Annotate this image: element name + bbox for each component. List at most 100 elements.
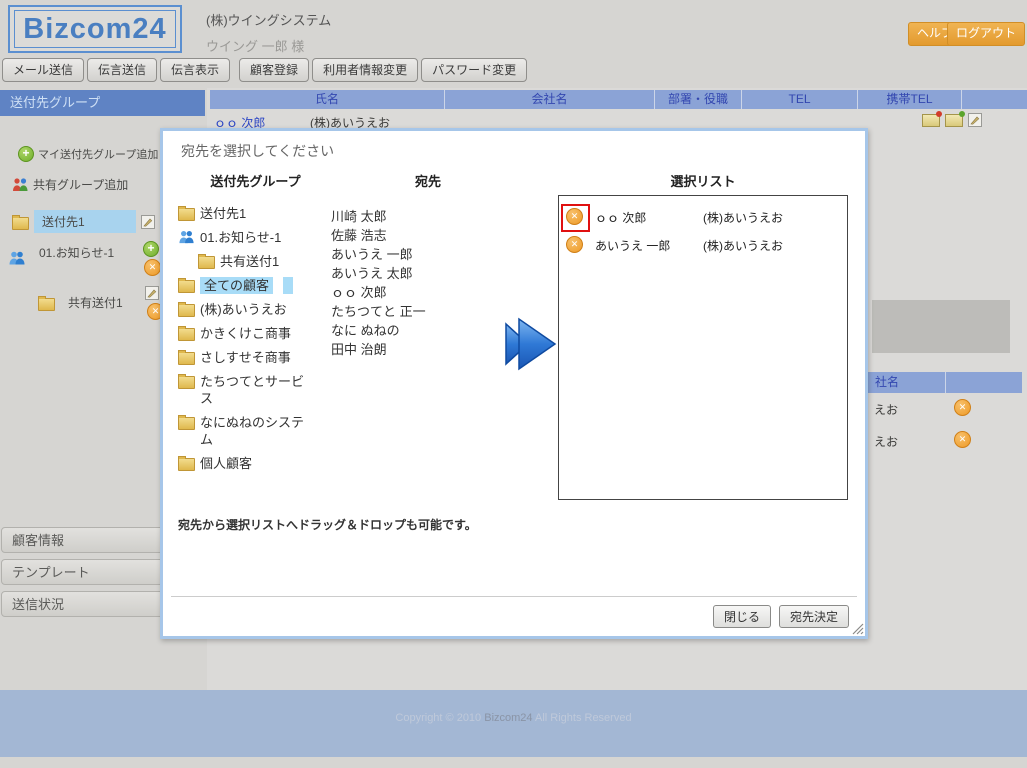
edit-icon[interactable] <box>141 215 155 229</box>
dialog-group-item[interactable]: かきくけこ商事 <box>178 325 318 342</box>
dialog-recipient-item[interactable]: あいうえ 太郎 <box>331 264 481 283</box>
group-icon <box>8 250 26 265</box>
group-icon <box>178 229 195 244</box>
dialog-group-item[interactable]: 01.お知らせ-1 <box>178 229 318 246</box>
group-label: たちつてとサービス <box>200 373 312 407</box>
column-header-actions <box>962 90 1027 109</box>
remove-icon[interactable] <box>144 259 161 276</box>
add-shared-group-label: 共有グループ追加 <box>33 176 128 193</box>
app-logo[interactable]: Bizcom24 <box>8 5 182 53</box>
folder-icon <box>178 328 195 341</box>
column-header-company: 会社名 <box>445 90 655 109</box>
dialog-recipient-item[interactable]: なに ぬねの <box>331 321 481 340</box>
remove-icon[interactable] <box>954 399 971 416</box>
add-my-group-label: マイ送付先グループ追加 <box>38 146 158 162</box>
selected-list-row: ｏｏ 次郎 (株)あいうえお <box>559 204 847 228</box>
company-name: (株)ウイングシステム <box>206 10 331 29</box>
add-shared-group-link[interactable]: 共有グループ追加 <box>12 176 128 193</box>
background-selected-row: えお <box>868 396 1027 424</box>
dialog-group-item-selected[interactable]: 全ての顧客 <box>178 277 318 294</box>
application-window: Bizcom24 (株)ウイングシステム ウイング 一郎 様 ヘルプ ログアウト… <box>0 0 1027 768</box>
row-action-icons <box>922 113 982 127</box>
edit-icon[interactable] <box>145 286 159 300</box>
sidebar-group-label: 送付先1 <box>34 210 136 233</box>
selected-company: (株)あいうえお <box>703 237 783 254</box>
dialog-group-item[interactable]: たちつてとサービス <box>178 373 318 407</box>
group-label: なにぬねのシステム <box>200 414 312 448</box>
selected-name: ｏｏ 次郎 <box>595 209 646 226</box>
dialog-recipient-item[interactable]: たちつてと 正一 <box>331 302 481 321</box>
remove-icon[interactable] <box>566 236 583 253</box>
dialog-recipient-item[interactable]: 佐藤 浩志 <box>331 226 481 245</box>
column-header-mobile: 携帯TEL <box>858 90 962 109</box>
close-button[interactable]: 閉じる <box>713 605 771 628</box>
group-label: 全ての顧客 <box>200 277 273 294</box>
select-recipients-dialog: 宛先を選択してください 送付先グループ 宛先 選択リスト 送付先1 01.お知ら… <box>160 128 868 639</box>
change-user-info-button[interactable]: 利用者情報変更 <box>312 58 418 82</box>
dialog-recipient-item[interactable]: ｏｏ 次郎 <box>331 283 481 302</box>
toolbar: メール送信 伝言送信 伝言表示 顧客登録 利用者情報変更 パスワード変更 <box>2 58 527 82</box>
remove-icon[interactable] <box>954 431 971 448</box>
dialog-title: 宛先を選択してください <box>181 141 334 161</box>
dialog-recipient-item[interactable]: 川崎 太郎 <box>331 207 481 226</box>
register-customer-button[interactable]: 顧客登録 <box>239 58 309 82</box>
folder-icon <box>178 280 195 293</box>
add-my-group-link[interactable]: マイ送付先グループ追加 <box>18 146 158 162</box>
copyright-suffix: All Rights Reserved <box>533 712 632 724</box>
logout-button[interactable]: ログアウト <box>947 22 1025 46</box>
recipient-table-header: 氏名 会社名 部署・役職 TEL 携帯TEL <box>210 90 1027 109</box>
group-label: かきくけこ商事 <box>200 325 312 342</box>
dialog-group-item[interactable]: なにぬねのシステム <box>178 414 318 448</box>
dialog-group-list: 送付先1 01.お知らせ-1 共有送付1 全ての顧客 <box>178 205 318 479</box>
dialog-group-item[interactable]: さしすせそ商事 <box>178 349 318 366</box>
folder-icon <box>178 417 195 430</box>
folder-icon <box>38 298 55 311</box>
send-message-button[interactable]: 伝言送信 <box>87 58 157 82</box>
footer-brand: Bizcom24 <box>484 712 532 724</box>
folder-icon <box>198 256 215 269</box>
selected-company: (株)あいうえお <box>703 209 783 226</box>
remove-icon[interactable] <box>566 208 583 225</box>
group-label: 01.お知らせ-1 <box>200 229 312 246</box>
mail-red-icon[interactable] <box>922 114 940 127</box>
group-label: 共有送付1 <box>220 253 318 270</box>
folder-icon <box>178 376 195 389</box>
selected-list-row: あいうえ 一郎 (株)あいうえお <box>559 232 847 256</box>
column-header-tel: TEL <box>742 90 858 109</box>
dialog-recipient-item[interactable]: 田中 治朗 <box>331 340 481 359</box>
green-dot <box>959 111 965 117</box>
send-mail-button[interactable]: メール送信 <box>2 58 84 82</box>
add-icon[interactable] <box>143 241 159 257</box>
group-label: 個人顧客 <box>200 455 312 472</box>
mail-green-icon[interactable] <box>945 114 963 127</box>
drag-drop-note: 宛先から選択リストへドラッグ＆ドロップも可能です。 <box>178 516 477 533</box>
company-fragment: えお <box>874 433 898 450</box>
dialog-divider <box>171 596 857 597</box>
dialog-group-item[interactable]: 個人顧客 <box>178 455 318 472</box>
footer: Copyright © 2010 Bizcom24 All Rights Res… <box>0 690 1027 757</box>
change-password-button[interactable]: パスワード変更 <box>421 58 527 82</box>
group-label: (株)あいうえお <box>200 301 312 318</box>
group-label: さしすせそ商事 <box>200 349 312 366</box>
copyright-prefix: Copyright © 2010 <box>395 712 484 724</box>
background-column-company-fragment: 社名 <box>875 372 899 393</box>
folder-icon <box>12 217 29 230</box>
red-dot <box>936 111 942 117</box>
edit-icon[interactable] <box>968 113 982 127</box>
dialog-buttons: 閉じる 宛先決定 <box>713 605 849 628</box>
sidebar-group-kyouyuu[interactable]: 共有送付1 <box>38 294 123 311</box>
show-message-button[interactable]: 伝言表示 <box>160 58 230 82</box>
dialog-recipient-list: 川崎 太郎 佐藤 浩志 あいうえ 一郎 あいうえ 太郎 ｏｏ 次郎 たちつてと … <box>331 207 481 359</box>
decide-recipients-button[interactable]: 宛先決定 <box>779 605 849 628</box>
dialog-group-item[interactable]: 共有送付1 <box>178 253 318 270</box>
dialog-recipient-item[interactable]: あいうえ 一郎 <box>331 245 481 264</box>
dialog-group-item[interactable]: 送付先1 <box>178 205 318 222</box>
sidebar-group-label: 共有送付1 <box>68 294 123 311</box>
group-label: 送付先1 <box>200 205 312 222</box>
dialog-group-item[interactable]: (株)あいうえお <box>178 301 318 318</box>
sidebar-group-oshirase[interactable]: 01.お知らせ-1 <box>8 240 119 265</box>
sidebar-group-soufusaki1[interactable]: 送付先1 <box>12 210 155 233</box>
column-divider <box>945 372 946 393</box>
resize-handle[interactable] <box>851 622 864 635</box>
folder-icon <box>178 208 195 221</box>
